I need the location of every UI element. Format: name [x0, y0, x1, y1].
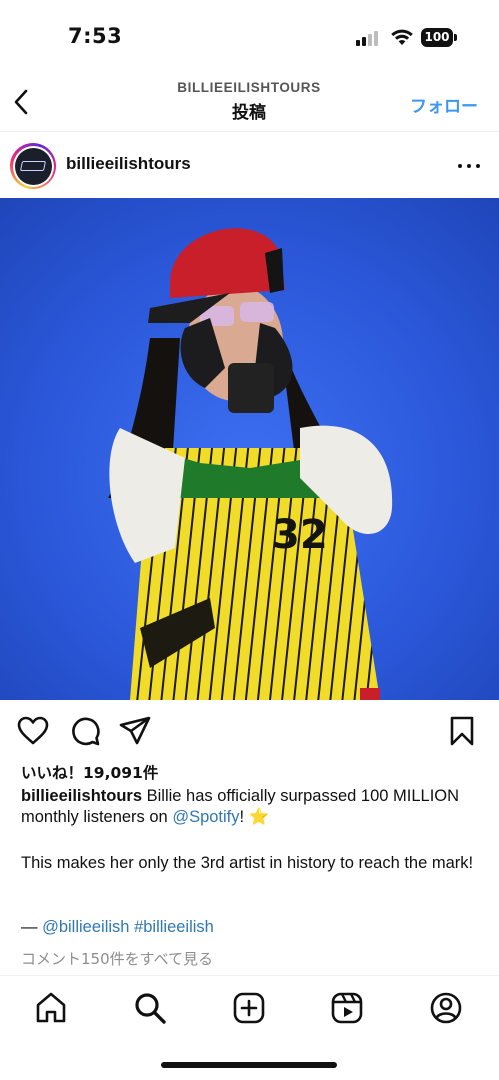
more-horizontal-icon: [458, 164, 462, 168]
view-comments-link[interactable]: コメント150件をすべて見る: [21, 948, 213, 969]
battery-icon: 100: [421, 28, 457, 47]
share-icon[interactable]: [118, 714, 152, 748]
caption-username[interactable]: billieeilishtours: [21, 787, 142, 805]
caption-dash: —: [21, 918, 43, 936]
profile-icon[interactable]: [428, 990, 464, 1026]
status-time: 7:53: [68, 24, 123, 48]
create-icon[interactable]: [231, 990, 267, 1026]
battery-level: 100: [421, 28, 453, 47]
follow-button[interactable]: フォロー: [410, 92, 478, 117]
credit-mention-link[interactable]: @billieeilish: [42, 918, 129, 936]
caption-paragraph: This makes her only the 3rd artist in hi…: [21, 854, 474, 872]
search-icon[interactable]: [132, 990, 168, 1026]
bookmark-icon[interactable]: [445, 714, 479, 748]
heart-icon[interactable]: [16, 714, 50, 748]
comment-icon[interactable]: [68, 714, 102, 748]
post-username[interactable]: billieeilishtours: [66, 154, 191, 174]
reels-icon[interactable]: [329, 990, 365, 1026]
page-title: 投稿: [232, 103, 266, 123]
caption-mention-link[interactable]: @Spotify: [172, 808, 239, 826]
wifi-icon: [390, 27, 414, 47]
account-name: BILLIEEILISHTOURS: [177, 80, 321, 95]
avatar[interactable]: [10, 143, 56, 189]
like-count[interactable]: いいね！19,091件: [21, 761, 158, 783]
nav-title-block: BILLIEEILISHTOURS 投稿: [130, 80, 368, 123]
home-icon[interactable]: [33, 990, 69, 1026]
signal-icon: [356, 30, 382, 46]
svg-text:32: 32: [272, 512, 328, 558]
post-caption: billieeilishtours Billie has officially …: [21, 786, 481, 828]
hashtag-link[interactable]: #billieeilish: [134, 918, 214, 936]
more-options-button[interactable]: [457, 156, 481, 176]
status-bar: 7:53 100: [0, 0, 499, 70]
home-indicator: [161, 1062, 337, 1068]
back-button[interactable]: [6, 82, 42, 122]
caption-text-end: ! ⭐: [239, 808, 270, 826]
post-header: billieeilishtours: [0, 134, 499, 198]
post-action-bar: [0, 710, 499, 754]
nav-header: BILLIEEILISHTOURS 投稿 フォロー: [0, 70, 499, 132]
chevron-left-icon: [14, 89, 28, 115]
caption-tags: — @billieeilish #billieeilish: [21, 918, 214, 937]
avatar-logo-icon: [14, 147, 52, 185]
post-photo[interactable]: 32: [0, 198, 499, 700]
